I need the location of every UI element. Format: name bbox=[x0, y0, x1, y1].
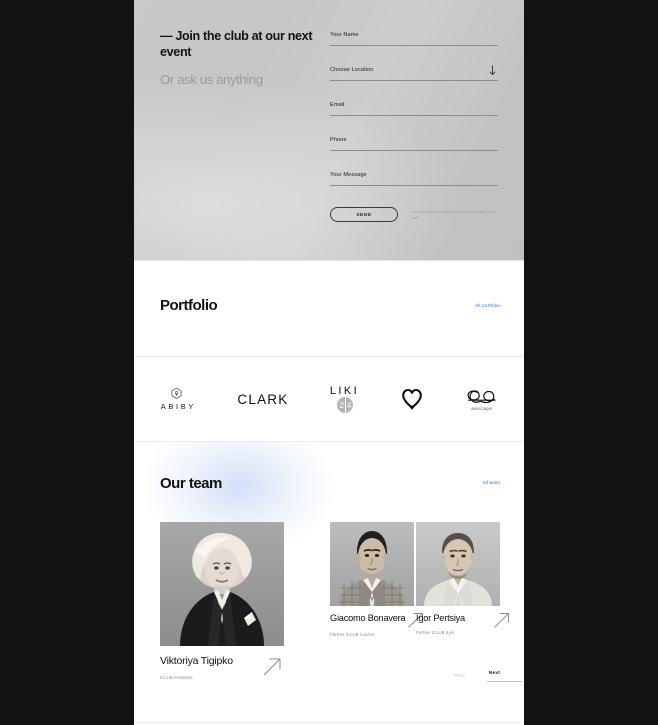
field-underline bbox=[330, 115, 498, 116]
submit-row: SEND We will keep your personal informat… bbox=[330, 207, 498, 222]
logo-aescape-label: aescape bbox=[471, 405, 493, 411]
team-member-card[interactable]: Giacomo Bonavera Partner ICLUB London bbox=[330, 522, 423, 637]
field-underline bbox=[330, 150, 498, 151]
heart-icon bbox=[401, 388, 423, 411]
logo-liki-badge-label: 24 bbox=[339, 400, 354, 410]
field-label-phone: Phone bbox=[330, 137, 347, 143]
team-member-role: Partner ICLUB Kyiv bbox=[416, 629, 455, 635]
field-underline bbox=[330, 185, 498, 186]
team-member-photo bbox=[416, 522, 500, 606]
website-page: — Join the club at our next event Or ask… bbox=[134, 0, 524, 725]
field-email[interactable]: Email bbox=[330, 102, 498, 116]
team-title: Our team bbox=[160, 475, 222, 492]
send-button[interactable]: SEND bbox=[330, 207, 398, 222]
portfolio-section: Portfolio All portfolio bbox=[134, 260, 524, 357]
logo-clark-label: CLARK bbox=[237, 391, 289, 407]
field-your-message[interactable]: Your Message bbox=[330, 172, 498, 186]
privacy-note: We will keep your personal information p… bbox=[412, 210, 495, 220]
logo-liki-badge: 24 bbox=[337, 397, 354, 413]
logo-abiby-label: ABIBY bbox=[160, 402, 196, 411]
all-team-link[interactable]: All team bbox=[483, 481, 500, 486]
contact-heading: — Join the club at our next event bbox=[160, 29, 313, 59]
team-member-card[interactable]: Viktoriya Tigipko ICLUB President bbox=[160, 522, 284, 680]
field-label-your-message: Your Message bbox=[330, 172, 367, 178]
logo-heart[interactable] bbox=[401, 388, 423, 411]
team-carousel-nav: Prev Next bbox=[454, 671, 523, 682]
arrow-up-right-icon[interactable] bbox=[262, 657, 282, 677]
abiby-flower-icon bbox=[170, 387, 183, 400]
all-portfolio-link[interactable]: All portfolio bbox=[475, 304, 500, 309]
contact-form: Your Name Choose Location Email Phone Yo… bbox=[330, 32, 498, 222]
team-member-role: Partner ICLUB London bbox=[330, 631, 375, 637]
logo-liki24[interactable]: LIKI 24 bbox=[330, 385, 359, 413]
field-underline bbox=[330, 45, 498, 46]
logo-liki-label: LIKI bbox=[329, 385, 360, 397]
team-member-card[interactable]: Igor Pertsiya Partner ICLUB Kyiv bbox=[416, 522, 509, 635]
contact-intro: — Join the club at our next event Or ask… bbox=[160, 29, 320, 88]
screenshot-viewport: — Join the club at our next event Or ask… bbox=[0, 0, 658, 725]
arrow-up-right-icon[interactable] bbox=[493, 612, 510, 629]
team-member-photo bbox=[160, 522, 284, 646]
field-label-email: Email bbox=[330, 102, 345, 108]
field-your-name[interactable]: Your Name bbox=[330, 32, 498, 46]
contact-section: — Join the club at our next event Or ask… bbox=[134, 0, 524, 260]
arrow-down-icon[interactable] bbox=[488, 65, 497, 76]
field-choose-location[interactable]: Choose Location bbox=[330, 65, 498, 81]
field-underline bbox=[330, 80, 498, 81]
section-divider bbox=[134, 722, 524, 723]
logo-clark[interactable]: CLARK bbox=[237, 392, 288, 407]
field-phone[interactable]: Phone bbox=[330, 137, 498, 151]
field-label-your-name: Your Name bbox=[330, 32, 359, 38]
team-member-photo bbox=[330, 522, 414, 606]
team-member-name: Giacomo Bonavera bbox=[330, 613, 406, 623]
team-member-name: Igor Pertsiya bbox=[416, 613, 465, 623]
next-button[interactable]: Next bbox=[486, 671, 523, 682]
team-section: Our team All team Viktoriya Tigipko ICLU… bbox=[134, 442, 524, 723]
portfolio-title: Portfolio bbox=[160, 297, 218, 314]
logo-abiby[interactable]: ABIBY bbox=[158, 387, 196, 411]
contact-subheading: Or ask us anything bbox=[160, 72, 263, 88]
logo-aescape[interactable]: aescape bbox=[464, 388, 500, 411]
portfolio-logo-strip: ABIBY CLARK LIKI 24 aescape bbox=[134, 357, 524, 442]
prev-button[interactable]: Prev bbox=[454, 674, 465, 679]
field-label-choose-location: Choose Location bbox=[330, 67, 374, 73]
